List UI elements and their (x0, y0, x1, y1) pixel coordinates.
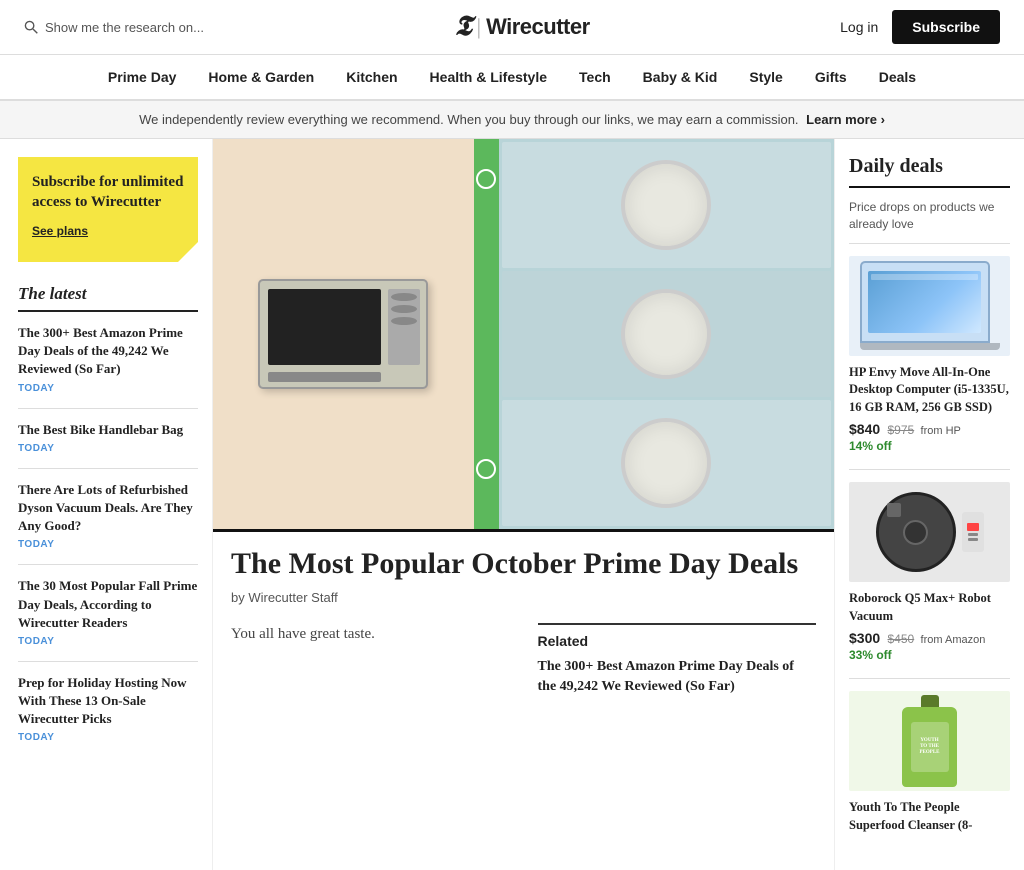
hero-image[interactable] (213, 139, 834, 529)
subscribe-button[interactable]: Subscribe (892, 10, 1000, 44)
deal-price-hp: $840 $975 from HP (849, 421, 1010, 437)
subscribe-box-title: Subscribe for unlimited access to Wirecu… (32, 173, 184, 212)
article-description: You all have great taste. (231, 623, 510, 646)
deal-title-roborock[interactable]: Roborock Q5 Max+ Robot Vacuum (849, 590, 1010, 625)
hero-cell-1 (502, 142, 831, 268)
latest-item-title[interactable]: The Best Bike Handlebar Bag (18, 421, 198, 439)
main-layout: Subscribe for unlimited access to Wirecu… (0, 139, 1024, 870)
center-content: The Most Popular October Prime Day Deals… (213, 139, 834, 870)
vacuum-icon (876, 492, 984, 572)
deal-image-roborock (849, 482, 1010, 582)
hero-green-divider (474, 139, 499, 529)
daily-deals-title: Daily deals (849, 155, 1010, 188)
latest-item-date: TODAY (18, 732, 198, 743)
site-header: Show me the research on... 𝕿 | Wirecutte… (0, 0, 1024, 55)
laptop-icon (860, 261, 1000, 350)
nav-item-home-garden[interactable]: Home & Garden (192, 55, 330, 99)
hero-left-panel (213, 139, 474, 529)
deal-title-hp[interactable]: HP Envy Move All-In-One Desktop Computer… (849, 364, 1010, 417)
hero-cell-2 (502, 271, 831, 397)
list-item: Prep for Holiday Hosting Now With These … (18, 661, 198, 744)
deal-item-hp: HP Envy Move All-In-One Desktop Computer… (849, 243, 1010, 454)
daily-deals-desc: Price drops on products we already love (849, 193, 1010, 233)
deal-current-price-hp: $840 (849, 421, 880, 437)
latest-item-title[interactable]: The 300+ Best Amazon Prime Day Deals of … (18, 324, 198, 379)
latest-item-date: TODAY (18, 636, 198, 647)
latest-item-title[interactable]: Prep for Holiday Hosting Now With These … (18, 674, 198, 729)
search-placeholder: Show me the research on... (45, 20, 204, 35)
nav-item-health-lifestyle[interactable]: Health & Lifestyle (414, 55, 563, 99)
article-byline: by Wirecutter Staff (231, 590, 816, 605)
nav-item-prime-day[interactable]: Prime Day (92, 55, 192, 99)
deal-current-price-roborock: $300 (849, 630, 880, 646)
latest-item-date: TODAY (18, 443, 198, 454)
logo-wirecutter: Wirecutter (486, 14, 590, 40)
subscribe-box: Subscribe for unlimited access to Wirecu… (18, 157, 198, 262)
search-bar[interactable]: Show me the research on... (24, 20, 204, 35)
latest-section: The latest The 300+ Best Amazon Prime Da… (18, 284, 198, 743)
deal-price-roborock: $300 $450 from Amazon (849, 630, 1010, 646)
right-sidebar: Daily deals Price drops on products we a… (834, 139, 1024, 870)
toaster-oven (258, 279, 428, 389)
article-header: The Most Popular October Prime Day Deals… (213, 529, 834, 623)
article-excerpt: You all have great taste. (231, 623, 510, 696)
cleanser-icon: YOUTHTO THEPEOPLE (902, 695, 957, 787)
main-nav: Prime Day Home & Garden Kitchen Health &… (0, 55, 1024, 101)
header-actions: Log in Subscribe (840, 10, 1000, 44)
latest-item-title[interactable]: There Are Lots of Refurbished Dyson Vacu… (18, 481, 198, 536)
related-link[interactable]: The 300+ Best Amazon Prime Day Deals of … (538, 657, 817, 696)
learn-more-link[interactable]: Learn more › (806, 112, 885, 127)
deal-discount-hp: 14% off (849, 439, 1010, 453)
banner-text: We independently review everything we re… (139, 112, 798, 127)
list-item: The 30 Most Popular Fall Prime Day Deals… (18, 564, 198, 647)
login-button[interactable]: Log in (840, 19, 878, 35)
left-sidebar: Subscribe for unlimited access to Wirecu… (0, 139, 213, 870)
list-item: There Are Lots of Refurbished Dyson Vacu… (18, 468, 198, 551)
nyt-logo: 𝕿 (454, 13, 471, 41)
deal-source-roborock: from Amazon (921, 634, 986, 646)
nav-item-style[interactable]: Style (733, 55, 798, 99)
search-icon (24, 20, 38, 34)
related-label: Related (538, 633, 817, 649)
see-plans-link[interactable]: See plans (32, 224, 88, 238)
deal-image-cleanser: YOUTHTO THEPEOPLE (849, 691, 1010, 791)
nav-item-gifts[interactable]: Gifts (799, 55, 863, 99)
list-item: The Best Bike Handlebar Bag TODAY (18, 408, 198, 454)
latest-item-date: TODAY (18, 539, 198, 550)
hero-right-panel (499, 139, 834, 529)
deal-image-hp (849, 256, 1010, 356)
deal-item-cleanser: YOUTHTO THEPEOPLE Youth To The People Su… (849, 678, 1010, 834)
nav-item-tech[interactable]: Tech (563, 55, 627, 99)
deal-title-cleanser[interactable]: Youth To The People Superfood Cleanser (… (849, 799, 1010, 834)
nav-item-kitchen[interactable]: Kitchen (330, 55, 413, 99)
deal-original-price-hp: $975 (888, 423, 915, 437)
corner-fold (178, 242, 198, 262)
deal-item-roborock: Roborock Q5 Max+ Robot Vacuum $300 $450 … (849, 469, 1010, 662)
latest-item-date: TODAY (18, 383, 198, 394)
list-item: The 300+ Best Amazon Prime Day Deals of … (18, 324, 198, 394)
hero-cell-3 (502, 400, 831, 526)
article-title[interactable]: The Most Popular October Prime Day Deals (231, 546, 816, 582)
hero-bg (213, 139, 834, 529)
deal-source-hp: from HP (921, 425, 961, 437)
affiliate-banner: We independently review everything we re… (0, 101, 1024, 139)
deal-discount-roborock: 33% off (849, 648, 1010, 662)
nav-item-deals[interactable]: Deals (863, 55, 932, 99)
logo-divider: | (477, 14, 481, 40)
deal-original-price-roborock: $450 (888, 632, 915, 646)
article-body: You all have great taste. Related The 30… (213, 623, 834, 716)
nav-item-baby-kid[interactable]: Baby & Kid (627, 55, 734, 99)
site-logo[interactable]: 𝕿 | Wirecutter (454, 13, 589, 41)
related-section: Related The 300+ Best Amazon Prime Day D… (538, 623, 817, 696)
latest-item-title[interactable]: The 30 Most Popular Fall Prime Day Deals… (18, 577, 198, 632)
latest-heading: The latest (18, 284, 198, 312)
